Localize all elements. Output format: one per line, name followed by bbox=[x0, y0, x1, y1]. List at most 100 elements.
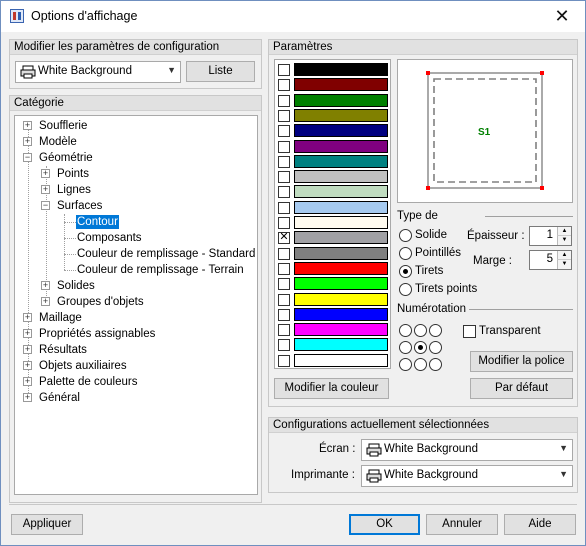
expand-icon[interactable]: + bbox=[23, 345, 32, 354]
color-swatch[interactable] bbox=[294, 277, 388, 291]
color-swatch[interactable] bbox=[294, 200, 388, 214]
color-swatch[interactable] bbox=[294, 231, 388, 245]
collapse-icon[interactable]: − bbox=[41, 201, 50, 210]
color-swatch[interactable] bbox=[294, 93, 388, 107]
screen-config-select[interactable]: White Background ▼ bbox=[361, 439, 573, 461]
color-row[interactable] bbox=[278, 261, 388, 276]
expand-icon[interactable]: + bbox=[23, 313, 32, 322]
color-swatch[interactable] bbox=[294, 154, 388, 168]
list-button[interactable]: Liste bbox=[186, 61, 255, 82]
expand-icon[interactable]: + bbox=[23, 361, 32, 370]
ok-button[interactable]: OK bbox=[349, 514, 420, 535]
color-swatch[interactable] bbox=[294, 124, 388, 138]
color-checkbox[interactable] bbox=[278, 64, 290, 76]
color-checkbox[interactable] bbox=[278, 79, 290, 92]
spin-down-icon[interactable]: ▼ bbox=[557, 260, 571, 269]
spin-up-icon[interactable]: ▲ bbox=[557, 251, 571, 260]
color-row[interactable] bbox=[278, 200, 388, 215]
config-select[interactable]: White Background ▼ bbox=[15, 61, 181, 83]
color-row[interactable] bbox=[278, 108, 388, 123]
expand-icon[interactable]: + bbox=[41, 169, 50, 178]
radio-pointilles[interactable] bbox=[399, 247, 412, 260]
color-list[interactable]: ✕ bbox=[274, 59, 391, 369]
color-checkbox[interactable] bbox=[278, 247, 290, 260]
numbering-position-radio[interactable] bbox=[429, 324, 442, 337]
color-row[interactable] bbox=[278, 124, 388, 138]
radio-tirets[interactable] bbox=[399, 265, 412, 278]
color-checkbox[interactable] bbox=[278, 324, 290, 337]
color-checkbox[interactable] bbox=[278, 339, 290, 352]
numbering-position-radio[interactable] bbox=[399, 324, 412, 337]
numbering-position-radio[interactable] bbox=[399, 358, 412, 371]
color-row[interactable]: ✕ bbox=[278, 231, 388, 245]
color-row[interactable] bbox=[278, 323, 388, 337]
expand-icon[interactable]: + bbox=[23, 329, 32, 338]
spin-down-icon[interactable]: ▼ bbox=[557, 236, 571, 245]
color-swatch[interactable] bbox=[294, 353, 388, 367]
color-row[interactable] bbox=[278, 78, 388, 92]
margin-spinner[interactable]: 5 ▲ ▼ bbox=[529, 250, 572, 270]
expand-icon[interactable]: + bbox=[23, 377, 32, 386]
color-swatch[interactable] bbox=[294, 307, 388, 321]
radio-solide[interactable] bbox=[399, 229, 412, 242]
color-swatch[interactable] bbox=[294, 292, 388, 306]
color-checkbox[interactable] bbox=[278, 217, 290, 229]
color-swatch[interactable] bbox=[294, 338, 388, 352]
expand-icon[interactable]: + bbox=[41, 281, 50, 290]
color-checkbox[interactable] bbox=[278, 186, 290, 199]
numbering-position-radio[interactable] bbox=[399, 341, 412, 354]
category-tree[interactable]: + Soufflerie + Modèle − Géométrie + Poin… bbox=[14, 115, 258, 495]
color-row[interactable] bbox=[278, 93, 388, 108]
radio-tirets-points[interactable] bbox=[399, 283, 412, 296]
color-swatch[interactable] bbox=[294, 139, 388, 153]
close-icon[interactable]: ✕ bbox=[549, 4, 575, 28]
numbering-position-radio[interactable] bbox=[414, 358, 427, 371]
expand-icon[interactable]: + bbox=[23, 393, 32, 402]
color-checkbox[interactable]: ✕ bbox=[278, 232, 290, 245]
color-checkbox[interactable] bbox=[278, 140, 290, 153]
color-swatch[interactable] bbox=[294, 108, 388, 122]
color-row[interactable] bbox=[278, 246, 388, 261]
collapse-icon[interactable]: − bbox=[23, 153, 32, 162]
color-row[interactable] bbox=[278, 338, 388, 352]
color-swatch[interactable] bbox=[294, 185, 388, 199]
color-swatch[interactable] bbox=[294, 78, 388, 92]
numbering-position-radio[interactable] bbox=[429, 358, 442, 371]
color-row[interactable] bbox=[278, 154, 388, 169]
color-checkbox[interactable] bbox=[278, 293, 290, 306]
color-checkbox[interactable] bbox=[278, 94, 290, 107]
numbering-position-radio[interactable] bbox=[414, 341, 427, 354]
help-button[interactable]: Aide bbox=[504, 514, 576, 535]
color-swatch[interactable] bbox=[294, 323, 388, 337]
cancel-button[interactable]: Annuler bbox=[426, 514, 498, 535]
modify-font-button[interactable]: Modifier la police bbox=[470, 351, 573, 372]
modify-color-button[interactable]: Modifier la couleur bbox=[274, 378, 389, 399]
color-checkbox[interactable] bbox=[278, 109, 290, 122]
color-row[interactable] bbox=[278, 292, 388, 307]
color-row[interactable] bbox=[278, 170, 388, 184]
expand-icon[interactable]: + bbox=[23, 137, 32, 146]
color-row[interactable] bbox=[278, 353, 388, 368]
printer-config-select[interactable]: White Background ▼ bbox=[361, 465, 573, 487]
thickness-spinner[interactable]: 1 ▲ ▼ bbox=[529, 226, 572, 246]
color-row[interactable] bbox=[278, 139, 388, 154]
expand-icon[interactable]: + bbox=[41, 297, 50, 306]
expand-icon[interactable]: + bbox=[23, 121, 32, 130]
color-row[interactable] bbox=[278, 63, 388, 77]
color-checkbox[interactable] bbox=[278, 308, 290, 321]
color-checkbox[interactable] bbox=[278, 125, 290, 138]
color-row[interactable] bbox=[278, 277, 388, 291]
color-checkbox[interactable] bbox=[278, 155, 290, 168]
numbering-position-radio[interactable] bbox=[414, 324, 427, 337]
default-button[interactable]: Par défaut bbox=[470, 378, 573, 399]
color-checkbox[interactable] bbox=[278, 278, 290, 291]
numbering-position-radio[interactable] bbox=[429, 341, 442, 354]
apply-button[interactable]: Appliquer bbox=[11, 514, 83, 535]
color-swatch[interactable] bbox=[294, 63, 388, 76]
color-checkbox[interactable] bbox=[278, 201, 290, 214]
color-checkbox[interactable] bbox=[278, 354, 290, 367]
transparent-checkbox[interactable] bbox=[463, 325, 476, 338]
color-swatch[interactable] bbox=[294, 170, 388, 184]
color-swatch[interactable] bbox=[294, 216, 388, 229]
color-checkbox[interactable] bbox=[278, 262, 290, 275]
